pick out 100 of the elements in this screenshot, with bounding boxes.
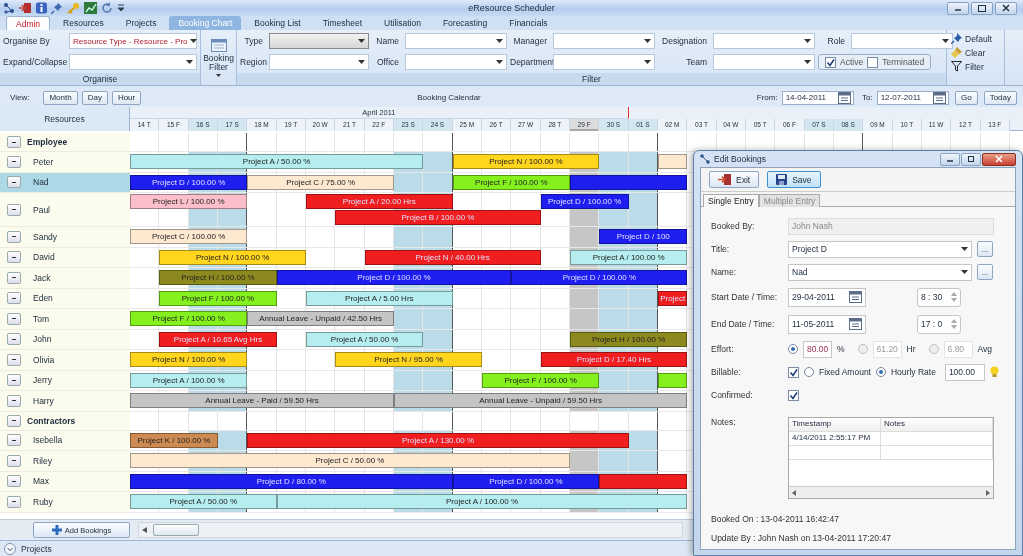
dropdown-field[interactable]: Project D	[788, 240, 972, 258]
resource-row-header[interactable]: Eden	[0, 288, 130, 309]
booking-bar[interactable]: Project D / 100	[599, 229, 688, 245]
collapse-button[interactable]	[7, 136, 21, 148]
booking-bar[interactable]: Project	[658, 290, 688, 306]
booking-bar[interactable]: Project A / 50.00 %	[306, 331, 424, 347]
maximize-button[interactable]	[971, 1, 993, 15]
customize-icon[interactable]	[117, 3, 125, 13]
booking-bar[interactable]: Project H / 100.00 %	[570, 331, 688, 347]
booking-bar[interactable]: Project A / 100.00 %	[276, 494, 688, 510]
resource-row-header[interactable]: Max	[0, 471, 130, 492]
radio-button[interactable]	[876, 367, 886, 377]
ribbon-tab[interactable]: Projects	[116, 16, 166, 30]
horizontal-scrollbar[interactable]	[138, 522, 683, 538]
maximize-button[interactable]	[961, 152, 981, 166]
booking-filter-button[interactable]: Booking Filter	[201, 38, 236, 77]
booking-bar[interactable]: Project N / 100.00 %	[159, 249, 306, 265]
collapse-button[interactable]	[7, 374, 21, 387]
booking-bar[interactable]: Project B / 100.00 %	[335, 209, 541, 225]
radio-button[interactable]	[788, 344, 798, 354]
ribbon-button[interactable]: Default	[951, 32, 1000, 45]
booking-bar[interactable]: Project A / 50.00 %	[130, 154, 424, 170]
resource-row-header[interactable]: Employee	[0, 133, 130, 152]
date-field[interactable]: 11-05-2011	[788, 314, 866, 334]
booking-bar[interactable]: Annual Leave - Unpaid / 42.50 Hrs	[247, 311, 394, 327]
collapse-button[interactable]	[7, 434, 21, 447]
resource-row-header[interactable]: Harry	[0, 391, 130, 412]
ribbon-button[interactable]: Filter	[951, 60, 1000, 73]
booking-bar[interactable]: Project D / 100.00 %	[452, 473, 600, 489]
resource-row-header[interactable]: Tom	[0, 309, 130, 330]
collapse-button[interactable]	[7, 454, 21, 467]
browse-button[interactable]: ...	[977, 264, 993, 280]
resource-row-header[interactable]: Jerry	[0, 370, 130, 391]
view-button[interactable]: Hour	[111, 90, 142, 105]
booking-bar[interactable]: Project C / 50.00 %	[130, 453, 570, 469]
booking-bar[interactable]: Project D / 100.00 %	[511, 270, 688, 286]
ribbon-tab[interactable]: Financials	[500, 16, 557, 30]
calendar-button[interactable]: Go	[954, 90, 978, 105]
dialog-tab[interactable]: Single Entry	[703, 194, 759, 207]
booking-bar[interactable]: Project D / 17.40 Hrs	[540, 352, 688, 368]
booking-bar[interactable]: Project L / 100.00 %	[130, 194, 248, 210]
number-field[interactable]: 80.00	[803, 340, 832, 358]
collapse-button[interactable]	[7, 271, 21, 284]
dropdown-field[interactable]	[69, 54, 197, 70]
booking-bar[interactable]: Annual Leave - Paid / 59.50 Hrs	[130, 393, 394, 409]
resource-row-header[interactable]: Nad	[0, 172, 130, 193]
collapse-button[interactable]	[7, 203, 21, 216]
calendar-button[interactable]: Today	[983, 90, 1017, 105]
ribbon-tab[interactable]: Timesheet	[313, 16, 371, 30]
booking-bar[interactable]: Project N / 100.00 %	[452, 154, 600, 170]
radio-button[interactable]	[804, 367, 814, 377]
scrollbar-thumb[interactable]	[153, 524, 199, 536]
dropdown-field[interactable]	[851, 33, 953, 49]
info-icon[interactable]	[36, 2, 47, 14]
booking-bar[interactable]: Project D / 100.00 %	[130, 174, 248, 190]
dropdown-field[interactable]: Resource Type - Resource - Pro	[69, 33, 197, 49]
horizontal-scrollbar[interactable]	[789, 486, 993, 498]
pin-icon[interactable]	[51, 2, 63, 14]
refresh-icon[interactable]	[101, 2, 113, 14]
dropdown-field[interactable]	[713, 54, 815, 70]
dropdown-field[interactable]: Nad	[788, 263, 972, 281]
collapse-button[interactable]	[7, 333, 21, 346]
booking-bar[interactable]: Project A / 5.00 Hrs	[306, 290, 453, 306]
checkbox[interactable]	[788, 389, 799, 401]
booking-bar[interactable]: Project K / 100.00 %	[130, 432, 218, 448]
booking-bar[interactable]: Project C / 75.00 %	[247, 174, 394, 190]
collapse-button[interactable]	[7, 414, 21, 427]
booking-bar[interactable]: Project N / 40.00 Hrs	[364, 249, 541, 265]
chart-icon[interactable]	[84, 2, 97, 14]
booking-bar[interactable]: Project A / 50.00 %	[130, 494, 277, 510]
booking-bar[interactable]	[599, 473, 688, 489]
ribbon-tab[interactable]: Resources	[54, 16, 113, 30]
resource-row-header[interactable]: David	[0, 247, 130, 268]
ribbon-tab[interactable]: Forecasting	[433, 16, 497, 30]
collapse-button[interactable]	[7, 353, 21, 366]
booking-bar[interactable]: Annual Leave - Unpaid / 59.50 Hrs	[394, 393, 688, 409]
booking-bar[interactable]: Project F / 100.00 %	[482, 372, 600, 388]
booking-bar[interactable]: Project C / 100.00 %	[130, 229, 248, 245]
collapse-button[interactable]	[7, 495, 21, 508]
date-field[interactable]: 14-04-2011	[781, 90, 854, 105]
minimize-button[interactable]	[947, 1, 969, 15]
dropdown-field[interactable]	[713, 33, 815, 49]
view-button[interactable]: Day	[81, 90, 108, 105]
resource-row-header[interactable]: Isebella	[0, 430, 130, 451]
booking-bar[interactable]: Project N / 100.00 %	[130, 352, 248, 368]
checkbox[interactable]	[825, 56, 836, 68]
door-icon[interactable]	[19, 2, 32, 14]
booking-bar[interactable]: Project F / 100.00 %	[130, 311, 248, 327]
network-icon[interactable]	[3, 2, 15, 14]
collapse-button[interactable]	[7, 230, 21, 243]
dropdown-field[interactable]	[269, 54, 369, 70]
collapse-button[interactable]	[7, 251, 21, 264]
booking-bar[interactable]	[570, 174, 688, 190]
resource-row-header[interactable]: John	[0, 329, 130, 350]
checkbox[interactable]	[867, 56, 879, 68]
booking-bar[interactable]: Project A / 100.00 %	[570, 249, 688, 265]
collapse-button[interactable]	[7, 394, 21, 407]
dropdown-field[interactable]	[553, 33, 655, 49]
booking-bar[interactable]: Project A / 10.65 Avg Hrs	[159, 331, 277, 347]
key-icon[interactable]	[67, 2, 80, 14]
